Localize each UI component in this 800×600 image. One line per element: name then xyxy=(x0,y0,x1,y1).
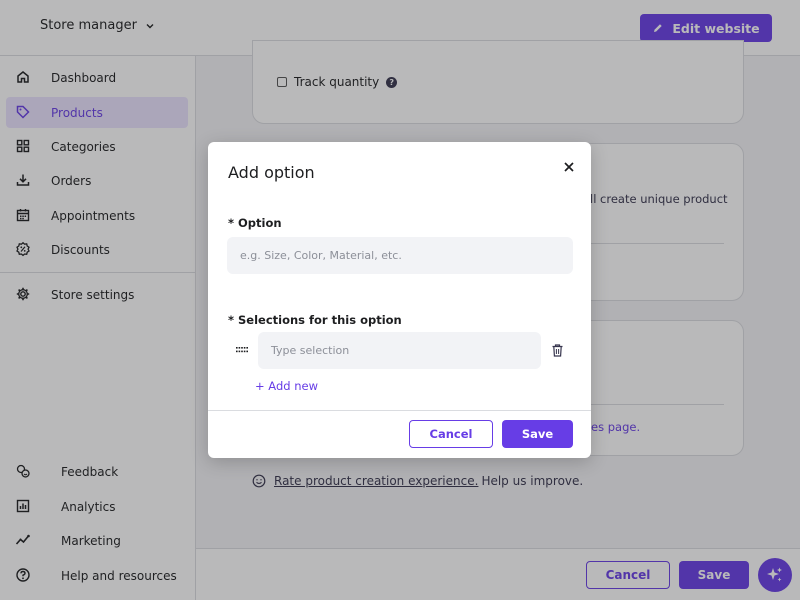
modal-footer-divider xyxy=(208,410,591,411)
add-option-modal: Add option * Option e.g. Size, Color, Ma… xyxy=(208,142,591,458)
option-name-placeholder: e.g. Size, Color, Material, etc. xyxy=(240,249,402,262)
option-name-input[interactable]: e.g. Size, Color, Material, etc. xyxy=(227,237,573,274)
modal-title: Add option xyxy=(228,163,315,182)
drag-handle-icon[interactable] xyxy=(236,347,248,353)
modal-save-button[interactable]: Save xyxy=(502,420,573,448)
selections-field-label: * Selections for this option xyxy=(228,313,402,327)
selection-placeholder: Type selection xyxy=(271,344,350,357)
trash-icon[interactable] xyxy=(552,344,563,357)
option-field-label: * Option xyxy=(228,216,282,230)
close-icon[interactable] xyxy=(561,159,577,175)
modal-cancel-button[interactable]: Cancel xyxy=(409,420,493,448)
selection-input[interactable]: Type selection xyxy=(258,332,541,369)
add-new-selection-link[interactable]: + Add new xyxy=(255,379,318,393)
